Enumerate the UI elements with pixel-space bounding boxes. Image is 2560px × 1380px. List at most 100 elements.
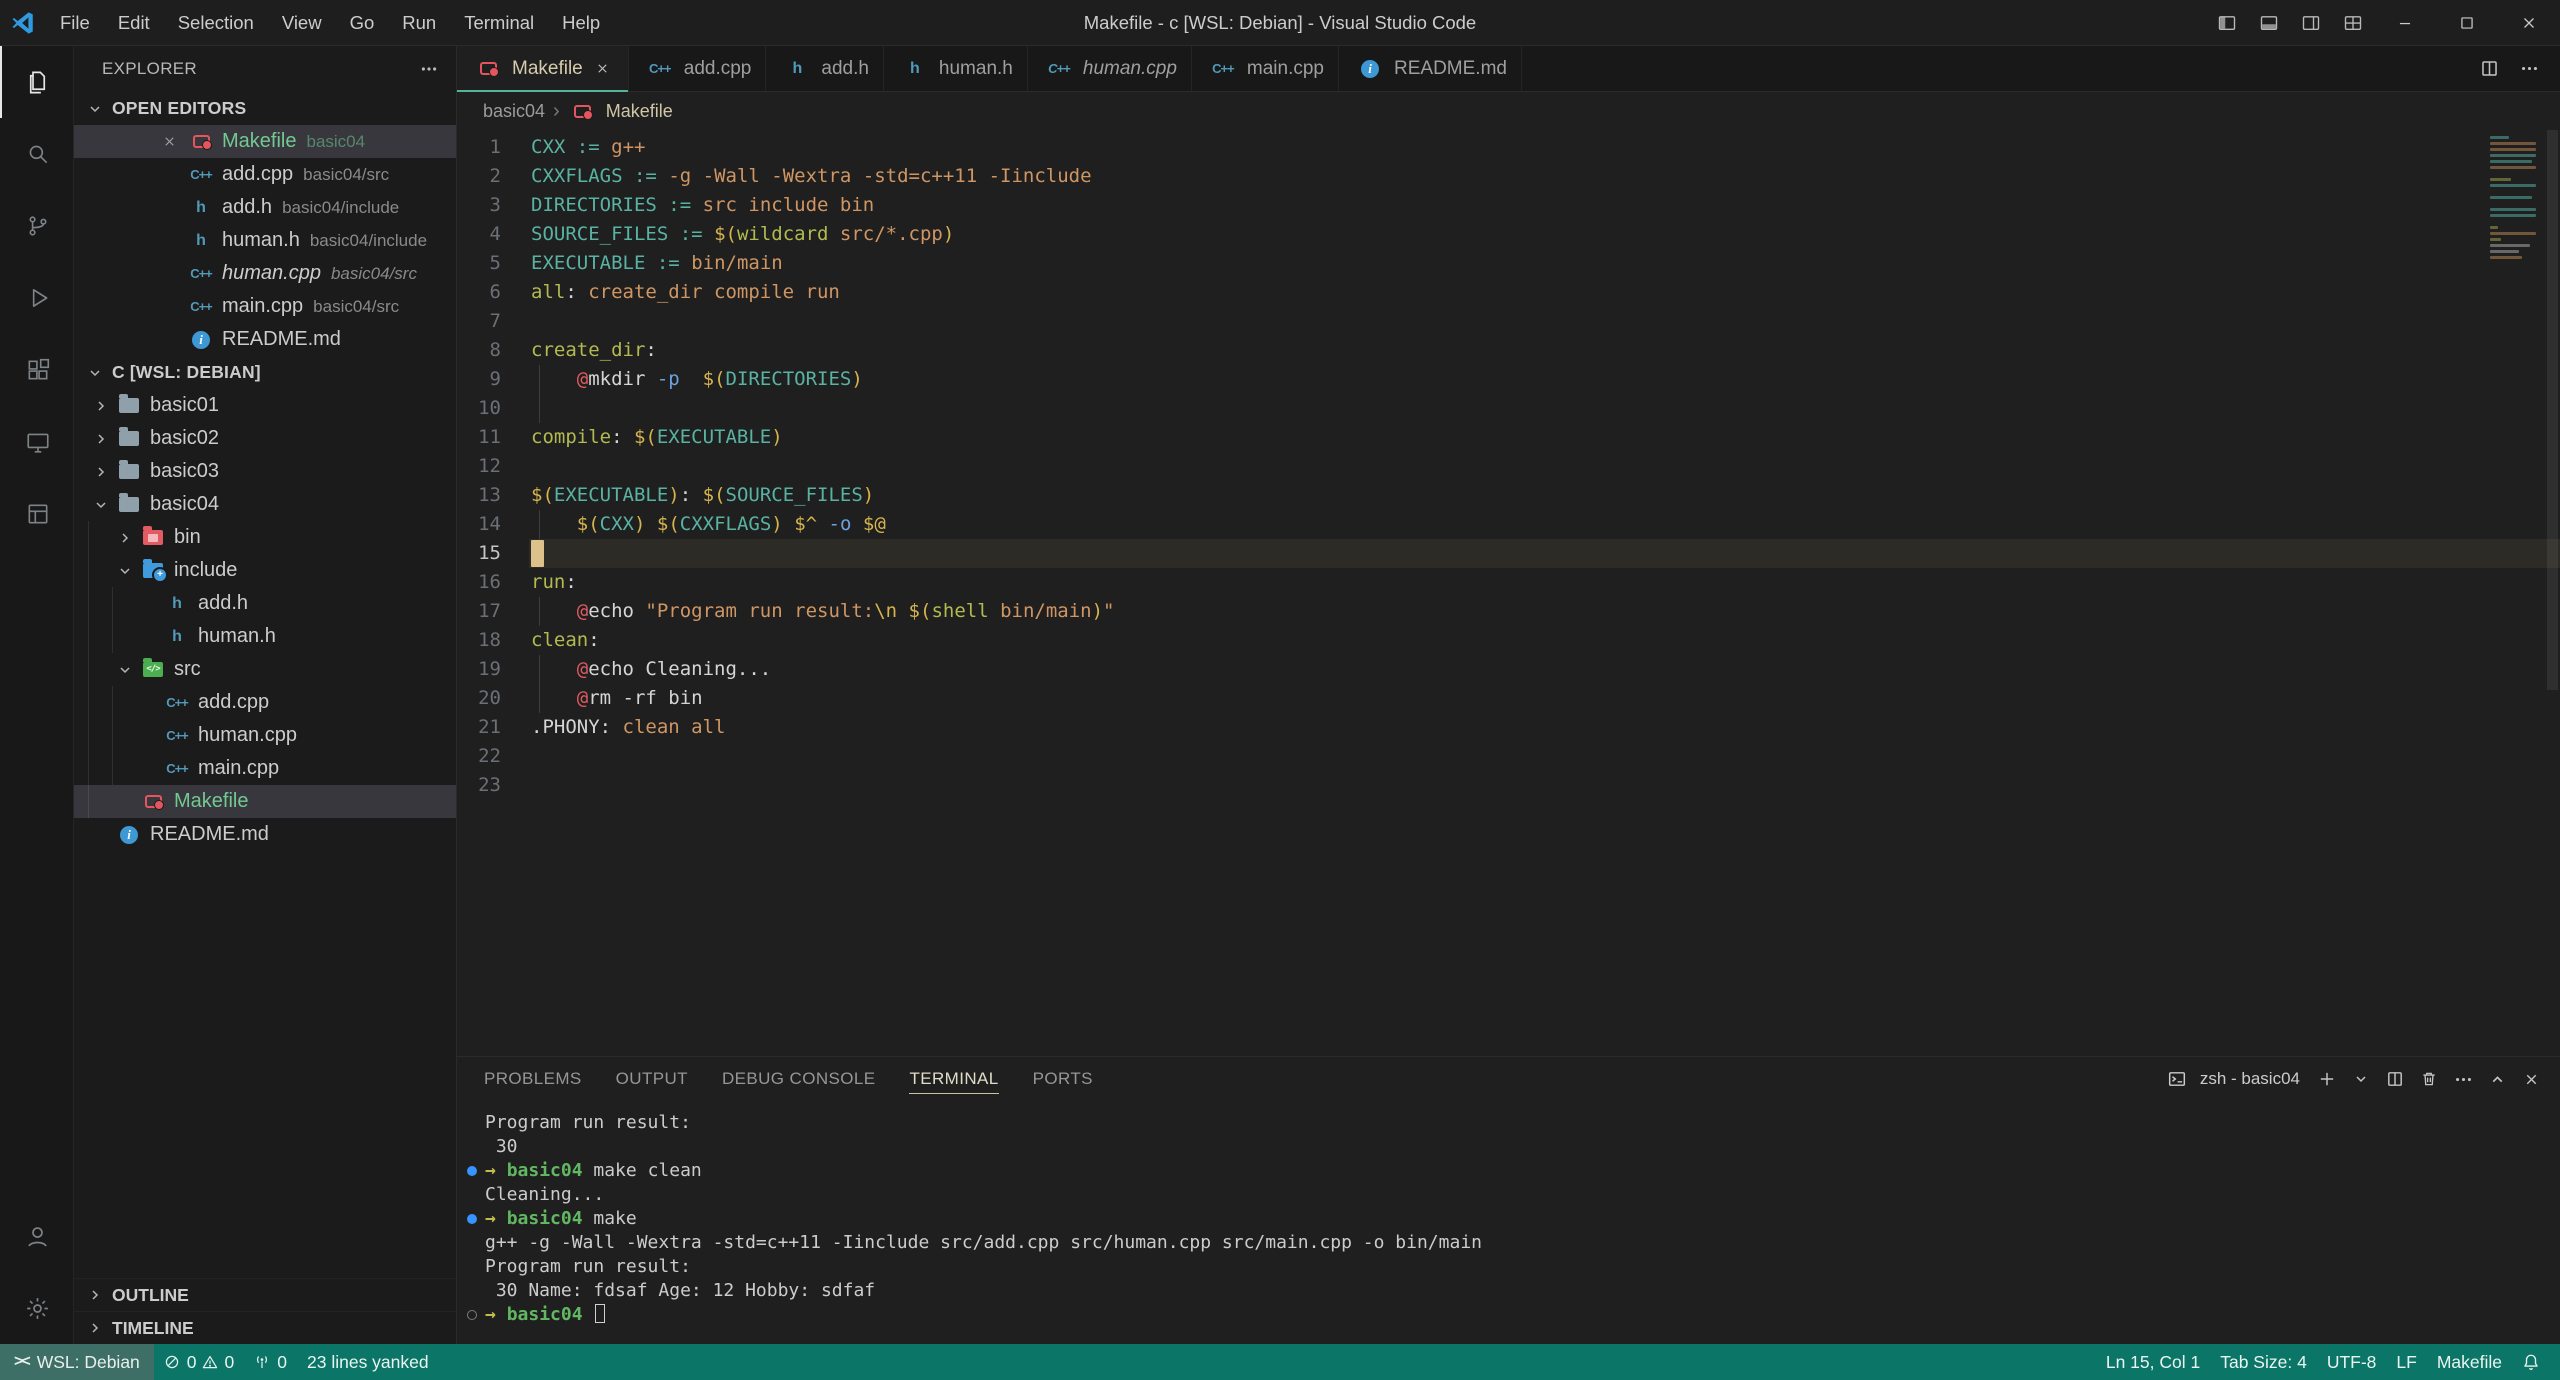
statusbar-encoding[interactable]: UTF-8 (2317, 1344, 2387, 1380)
tree-item-human-cpp[interactable]: C++human.cpp (74, 719, 456, 752)
panel-tab-ports[interactable]: PORTS (1016, 1057, 1110, 1101)
panel-tab-terminal[interactable]: TERMINAL (892, 1057, 1015, 1101)
open-editor-item[interactable]: hhuman.hbasic04/include (74, 224, 456, 257)
tab-makefile[interactable]: Makefile (457, 46, 629, 91)
run-and-debug-icon[interactable] (0, 262, 73, 334)
open-editor-item[interactable]: iREADME.md (74, 323, 456, 356)
split-terminal-icon[interactable] (2380, 1064, 2410, 1094)
tree-item-src[interactable]: src (74, 653, 456, 686)
menu-item-edit[interactable]: Edit (104, 0, 164, 45)
maximize-button[interactable] (2436, 0, 2498, 45)
toggle-secondary-sidebar-icon[interactable] (2290, 0, 2332, 45)
menu-item-selection[interactable]: Selection (164, 0, 268, 45)
timeline-section-header[interactable]: TIMELINE (74, 1311, 456, 1344)
tree-item-basic03[interactable]: basic03 (74, 455, 456, 488)
open-editor-item[interactable]: hadd.hbasic04/include (74, 191, 456, 224)
menu-bar: FileEditSelectionViewGoRunTerminalHelp (46, 0, 614, 45)
tree-item-readme-md[interactable]: iREADME.md (74, 818, 456, 851)
more-actions-icon[interactable] (2512, 52, 2546, 86)
workspace-section-header[interactable]: C [WSL: DEBIAN] (74, 356, 456, 389)
statusbar-text: 23 lines yanked (307, 1352, 429, 1373)
tree-item-makefile[interactable]: Makefile (74, 785, 456, 818)
makefile-icon (138, 795, 168, 808)
terminal-text: → basic04 make clean (485, 1159, 702, 1183)
tab-add-h[interactable]: hadd.h (766, 46, 884, 91)
explorer-more-actions-icon[interactable] (420, 60, 438, 78)
remote-indicator[interactable]: >< WSL: Debian (0, 1344, 154, 1380)
toggle-panel-icon[interactable] (2248, 0, 2290, 45)
open-editors-section-header[interactable]: OPEN EDITORS (74, 92, 456, 125)
tab-add-cpp[interactable]: C++add.cpp (629, 46, 767, 91)
kill-terminal-icon[interactable] (2414, 1064, 2444, 1094)
containers-icon[interactable] (0, 478, 73, 550)
minimap[interactable] (2490, 136, 2538, 274)
toggle-primary-sidebar-icon[interactable] (2206, 0, 2248, 45)
terminal[interactable]: Program run result: 30→ basic04 make cle… (457, 1101, 2560, 1344)
remote-explorer-icon[interactable] (0, 406, 73, 478)
open-editor-item[interactable]: C++human.cppbasic04/src (74, 257, 456, 290)
tree-item-add-h[interactable]: hadd.h (74, 587, 456, 620)
panel-actions: zsh - basic04 (2162, 1064, 2546, 1094)
statusbar-vim-message[interactable]: 23 lines yanked (297, 1344, 439, 1380)
statusbar-indentation[interactable]: Tab Size: 4 (2210, 1344, 2317, 1380)
outline-section-header[interactable]: OUTLINE (74, 1278, 456, 1311)
maximize-panel-icon[interactable] (2482, 1064, 2512, 1094)
editor-scrollbar[interactable] (2547, 130, 2558, 690)
panel-tab-problems[interactable]: PROBLEMS (467, 1057, 599, 1101)
tab-human-h[interactable]: hhuman.h (884, 46, 1028, 91)
source-control-icon[interactable] (0, 190, 73, 262)
close-icon[interactable] (152, 134, 186, 149)
menu-item-run[interactable]: Run (388, 0, 450, 45)
menu-item-help[interactable]: Help (548, 0, 614, 45)
terminal-picker[interactable]: zsh - basic04 (2162, 1064, 2308, 1094)
tree-item-include[interactable]: include (74, 554, 456, 587)
code-editor[interactable]: 1CXX := g++2CXXFLAGS := -g -Wall -Wextra… (457, 130, 2560, 1056)
statusbar-language-mode[interactable]: Makefile (2427, 1344, 2512, 1380)
breadcrumb-item[interactable]: Makefile (606, 101, 673, 122)
menu-item-terminal[interactable]: Terminal (450, 0, 548, 45)
open-editor-item[interactable]: C++main.cppbasic04/src (74, 290, 456, 323)
new-terminal-icon[interactable] (2312, 1064, 2342, 1094)
split-editor-icon[interactable] (2472, 52, 2506, 86)
tree-item-basic01[interactable]: basic01 (74, 389, 456, 422)
statusbar-forwarded-ports[interactable]: 0 (244, 1344, 297, 1380)
close-icon[interactable] (592, 58, 614, 80)
indent-guide (112, 686, 136, 719)
open-editor-item[interactable]: Makefilebasic04 (74, 125, 456, 158)
search-icon[interactable] (0, 118, 73, 190)
cpp-file-icon: C++ (1208, 61, 1238, 76)
more-actions-icon[interactable] (2448, 1064, 2478, 1094)
statusbar-cursor-position[interactable]: Ln 15, Col 1 (2096, 1344, 2210, 1380)
tree-item-basic02[interactable]: basic02 (74, 422, 456, 455)
tree-item-basic04[interactable]: basic04 (74, 488, 456, 521)
customize-layout-icon[interactable] (2332, 0, 2374, 45)
panel-tab-debug-console[interactable]: DEBUG CONSOLE (705, 1057, 893, 1101)
launch-profile-dropdown-icon[interactable] (2346, 1064, 2376, 1094)
tab-readme-md[interactable]: iREADME.md (1339, 46, 1522, 91)
breadcrumb[interactable]: basic04›Makefile (457, 92, 2560, 130)
tab-main-cpp[interactable]: C++main.cpp (1192, 46, 1339, 91)
statusbar-notifications[interactable] (2512, 1344, 2552, 1380)
explorer-icon[interactable] (0, 46, 73, 118)
tree-item-main-cpp[interactable]: C++main.cpp (74, 752, 456, 785)
line-number: 4 (457, 220, 529, 249)
tab-human-cpp[interactable]: C++human.cpp (1028, 46, 1192, 91)
extensions-icon[interactable] (0, 334, 73, 406)
explorer-sidebar: EXPLORER OPEN EDITORS Makefilebasic04C++… (74, 46, 457, 1344)
breadcrumb-item[interactable]: basic04 (483, 101, 545, 122)
close-panel-icon[interactable] (2516, 1064, 2546, 1094)
tree-item-add-cpp[interactable]: C++add.cpp (74, 686, 456, 719)
minimize-button[interactable] (2374, 0, 2436, 45)
menu-item-file[interactable]: File (46, 0, 104, 45)
menu-item-view[interactable]: View (268, 0, 336, 45)
statusbar-problems[interactable]: 00 (154, 1344, 244, 1380)
tree-item-bin[interactable]: bin (74, 521, 456, 554)
panel-tab-output[interactable]: OUTPUT (599, 1057, 705, 1101)
accounts-icon[interactable] (0, 1200, 73, 1272)
close-button[interactable] (2498, 0, 2560, 45)
settings-icon[interactable] (0, 1272, 73, 1344)
menu-item-go[interactable]: Go (336, 0, 389, 45)
statusbar-eol[interactable]: LF (2386, 1344, 2426, 1380)
tree-item-human-h[interactable]: hhuman.h (74, 620, 456, 653)
open-editor-item[interactable]: C++add.cppbasic04/src (74, 158, 456, 191)
